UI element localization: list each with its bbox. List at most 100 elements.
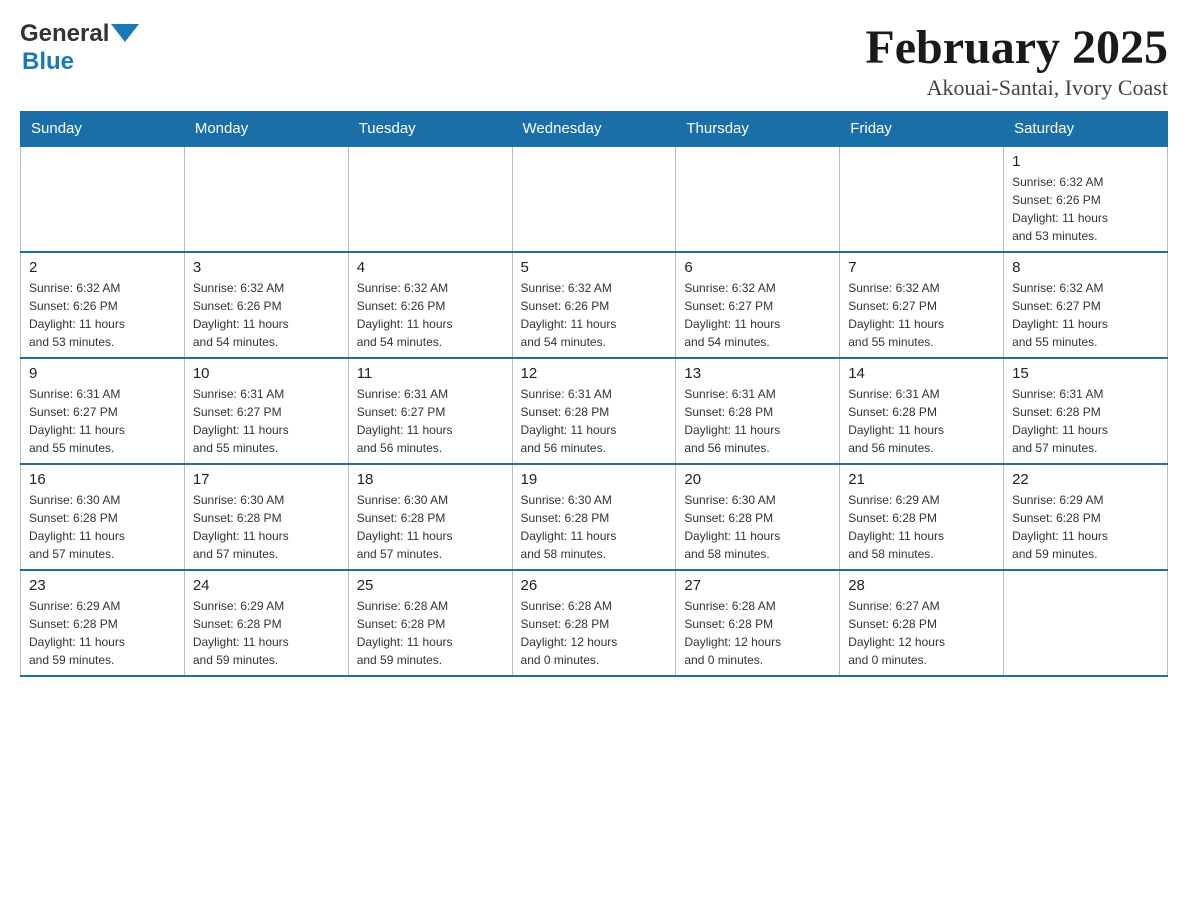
- calendar-week-1: 1 Sunrise: 6:32 AM Sunset: 6:26 PM Daylig…: [21, 146, 1168, 252]
- calendar-cell: 25 Sunrise: 6:28 AM Sunset: 6:28 PM Dayli…: [348, 570, 512, 676]
- header-wednesday: Wednesday: [512, 112, 676, 147]
- logo-blue-text: Blue: [22, 48, 74, 76]
- logo-general-text: General: [20, 20, 109, 48]
- day-number: 23: [29, 577, 176, 594]
- calendar-cell: 28Sunrise: 6:27 AM Sunset: 6:28 PM Dayli…: [840, 570, 1004, 676]
- calendar-cell: 6 Sunrise: 6:32 AM Sunset: 6:27 PM Daylig…: [676, 252, 840, 358]
- day-info: Sunrise: 6:32 AM Sunset: 6:26 PM Dayligh…: [521, 279, 668, 351]
- day-info: Sunrise: 6:32 AM Sunset: 6:27 PM Dayligh…: [684, 279, 831, 351]
- calendar-cell: 8 Sunrise: 6:32 AM Sunset: 6:27 PM Daylig…: [1004, 252, 1168, 358]
- calendar-cell: 2 Sunrise: 6:32 AM Sunset: 6:26 PM Daylig…: [21, 252, 185, 358]
- day-number: 3: [193, 259, 340, 276]
- calendar-cell: 26 Sunrise: 6:28 AM Sunset: 6:28 PM Dayli…: [512, 570, 676, 676]
- day-number: 14: [848, 365, 995, 382]
- day-number: 22: [1012, 471, 1159, 488]
- calendar-cell: [512, 146, 676, 252]
- day-number: 24: [193, 577, 340, 594]
- calendar-cell: [21, 146, 185, 252]
- calendar-cell: 4 Sunrise: 6:32 AM Sunset: 6:26 PM Daylig…: [348, 252, 512, 358]
- day-number: 10: [193, 365, 340, 382]
- day-number: 16: [29, 471, 176, 488]
- calendar-cell: 9Sunrise: 6:31 AM Sunset: 6:27 PM Daylig…: [21, 358, 185, 464]
- calendar-cell: 5 Sunrise: 6:32 AM Sunset: 6:26 PM Daylig…: [512, 252, 676, 358]
- calendar-week-4: 16 Sunrise: 6:30 AM Sunset: 6:28 PM Dayli…: [21, 464, 1168, 570]
- day-number: 6: [684, 259, 831, 276]
- day-info: Sunrise: 6:31 AM Sunset: 6:28 PM Dayligh…: [521, 385, 668, 457]
- header-saturday: Saturday: [1004, 112, 1168, 147]
- day-number: 13: [684, 365, 831, 382]
- calendar-cell: 27 Sunrise: 6:28 AM Sunset: 6:28 PM Dayli…: [676, 570, 840, 676]
- day-info: Sunrise: 6:30 AM Sunset: 6:28 PM Dayligh…: [684, 491, 831, 563]
- logo: General Blue: [20, 20, 139, 76]
- header-thursday: Thursday: [676, 112, 840, 147]
- day-number: 8: [1012, 259, 1159, 276]
- header-friday: Friday: [840, 112, 1004, 147]
- logo-arrow-icon: [111, 20, 139, 48]
- day-number: 1: [1012, 153, 1159, 170]
- calendar-cell: 16 Sunrise: 6:30 AM Sunset: 6:28 PM Dayli…: [21, 464, 185, 570]
- day-number: 7: [848, 259, 995, 276]
- day-number: 5: [521, 259, 668, 276]
- calendar-cell: 19 Sunrise: 6:30 AM Sunset: 6:28 PM Dayli…: [512, 464, 676, 570]
- header-monday: Monday: [184, 112, 348, 147]
- calendar-cell: 15Sunrise: 6:31 AM Sunset: 6:28 PM Dayli…: [1004, 358, 1168, 464]
- calendar-cell: 21 Sunrise: 6:29 AM Sunset: 6:28 PM Dayli…: [840, 464, 1004, 570]
- day-number: 11: [357, 365, 504, 382]
- day-info: Sunrise: 6:31 AM Sunset: 6:28 PM Dayligh…: [848, 385, 995, 457]
- day-info: Sunrise: 6:30 AM Sunset: 6:28 PM Dayligh…: [193, 491, 340, 563]
- day-info: Sunrise: 6:27 AM Sunset: 6:28 PM Dayligh…: [848, 597, 995, 669]
- day-info: Sunrise: 6:28 AM Sunset: 6:28 PM Dayligh…: [521, 597, 668, 669]
- calendar-cell: 7 Sunrise: 6:32 AM Sunset: 6:27 PM Daylig…: [840, 252, 1004, 358]
- day-number: 26: [521, 577, 668, 594]
- calendar-cell: [348, 146, 512, 252]
- calendar-cell: 1 Sunrise: 6:32 AM Sunset: 6:26 PM Daylig…: [1004, 146, 1168, 252]
- day-info: Sunrise: 6:32 AM Sunset: 6:27 PM Dayligh…: [1012, 279, 1159, 351]
- day-number: 27: [684, 577, 831, 594]
- calendar-week-3: 9 Sunrise: 6:31 AM Sunset: 6:27 PM Daylig…: [21, 358, 1168, 464]
- title-area: February 2025 Akouai-Santai, Ivory Coast: [865, 20, 1168, 101]
- day-number: 4: [357, 259, 504, 276]
- day-info: Sunrise: 6:31 AM Sunset: 6:27 PM Dayligh…: [193, 385, 340, 457]
- day-number: 25: [357, 577, 504, 594]
- calendar-cell: 10 Sunrise: 6:31 AM Sunset: 6:27 PM Dayli…: [184, 358, 348, 464]
- day-info: Sunrise: 6:28 AM Sunset: 6:28 PM Dayligh…: [684, 597, 831, 669]
- day-info: Sunrise: 6:32 AM Sunset: 6:26 PM Dayligh…: [357, 279, 504, 351]
- day-number: 17: [193, 471, 340, 488]
- header-tuesday: Tuesday: [348, 112, 512, 147]
- day-info: Sunrise: 6:32 AM Sunset: 6:26 PM Dayligh…: [193, 279, 340, 351]
- day-info: Sunrise: 6:29 AM Sunset: 6:28 PM Dayligh…: [848, 491, 995, 563]
- day-info: Sunrise: 6:31 AM Sunset: 6:27 PM Dayligh…: [357, 385, 504, 457]
- day-number: 20: [684, 471, 831, 488]
- calendar-cell: [184, 146, 348, 252]
- header: General Blue February 2025 Akouai-Santai…: [20, 20, 1168, 101]
- calendar-header-row: SundayMondayTuesdayWednesdayThursdayFrid…: [21, 112, 1168, 147]
- day-number: 21: [848, 471, 995, 488]
- calendar-cell: [1004, 570, 1168, 676]
- day-number: 18: [357, 471, 504, 488]
- day-info: Sunrise: 6:31 AM Sunset: 6:28 PM Dayligh…: [684, 385, 831, 457]
- day-info: Sunrise: 6:30 AM Sunset: 6:28 PM Dayligh…: [29, 491, 176, 563]
- calendar-cell: 13 Sunrise: 6:31 AM Sunset: 6:28 PM Dayli…: [676, 358, 840, 464]
- calendar-table: SundayMondayTuesdayWednesdayThursdayFrid…: [20, 111, 1168, 677]
- day-info: Sunrise: 6:28 AM Sunset: 6:28 PM Dayligh…: [357, 597, 504, 669]
- day-info: Sunrise: 6:29 AM Sunset: 6:28 PM Dayligh…: [1012, 491, 1159, 563]
- day-info: Sunrise: 6:31 AM Sunset: 6:28 PM Dayligh…: [1012, 385, 1159, 457]
- calendar-cell: 3 Sunrise: 6:32 AM Sunset: 6:26 PM Daylig…: [184, 252, 348, 358]
- day-info: Sunrise: 6:30 AM Sunset: 6:28 PM Dayligh…: [521, 491, 668, 563]
- calendar-cell: [676, 146, 840, 252]
- day-info: Sunrise: 6:32 AM Sunset: 6:27 PM Dayligh…: [848, 279, 995, 351]
- day-info: Sunrise: 6:32 AM Sunset: 6:26 PM Dayligh…: [1012, 173, 1159, 245]
- day-number: 9: [29, 365, 176, 382]
- calendar-cell: 24Sunrise: 6:29 AM Sunset: 6:28 PM Dayli…: [184, 570, 348, 676]
- day-number: 19: [521, 471, 668, 488]
- calendar-week-2: 2 Sunrise: 6:32 AM Sunset: 6:26 PM Daylig…: [21, 252, 1168, 358]
- calendar-cell: 20 Sunrise: 6:30 AM Sunset: 6:28 PM Dayli…: [676, 464, 840, 570]
- header-sunday: Sunday: [21, 112, 185, 147]
- calendar-week-5: 23 Sunrise: 6:29 AM Sunset: 6:28 PM Dayli…: [21, 570, 1168, 676]
- day-info: Sunrise: 6:29 AM Sunset: 6:28 PM Dayligh…: [29, 597, 176, 669]
- calendar-cell: 18Sunrise: 6:30 AM Sunset: 6:28 PM Dayli…: [348, 464, 512, 570]
- day-info: Sunrise: 6:32 AM Sunset: 6:26 PM Dayligh…: [29, 279, 176, 351]
- day-number: 12: [521, 365, 668, 382]
- day-number: 2: [29, 259, 176, 276]
- calendar-subtitle: Akouai-Santai, Ivory Coast: [865, 75, 1168, 101]
